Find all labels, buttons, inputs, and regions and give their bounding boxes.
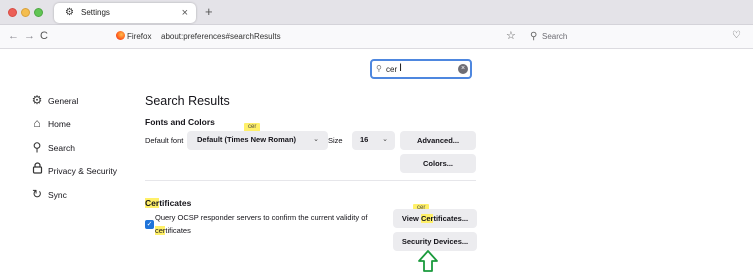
up-arrow-annotation-icon — [418, 250, 438, 272]
search-match-highlight: Cer — [145, 198, 160, 208]
view-button-suffix: tificates... — [433, 214, 469, 223]
sidebar-item-label: Search — [48, 143, 75, 153]
certificates-heading: Certificates — [145, 197, 191, 209]
view-button-prefix: View — [401, 214, 421, 223]
ocsp-checkbox[interactable]: ✓ — [145, 220, 154, 229]
new-tab-button[interactable]: + — [205, 4, 213, 20]
ocsp-label-rest: tificates — [165, 226, 191, 235]
search-bar[interactable]: ⚲ Search — [523, 28, 683, 45]
sidebar-item-privacy-security[interactable]: Privacy & Security — [30, 162, 150, 182]
sidebar-item-home[interactable]: ⌂ Home — [30, 115, 150, 135]
minimize-window-button[interactable] — [21, 8, 30, 17]
sidebar-item-label: General — [48, 96, 79, 106]
search-icon: ⚲ — [32, 140, 42, 154]
page-title: Search Results — [145, 94, 230, 108]
gear-icon: ⚙ — [31, 93, 43, 107]
reload-button[interactable]: C — [40, 29, 48, 43]
tab-title: Settings — [81, 8, 110, 17]
sidebar-item-label: Sync — [48, 190, 67, 200]
find-in-settings-input[interactable]: ⚲ cer I × — [370, 59, 472, 79]
tab-settings[interactable]: ⚙ Settings × — [54, 3, 196, 23]
forward-button[interactable]: → — [24, 29, 35, 43]
ocsp-checkbox-label-continued[interactable]: certificates — [155, 226, 191, 236]
search-icon: ⚲ — [376, 64, 382, 73]
text-cursor-icon: I — [399, 62, 403, 74]
fonts-colors-heading: Fonts and Colors — [145, 117, 215, 127]
default-font-select[interactable]: Default (Times New Roman) ⌄ — [187, 131, 328, 150]
navigation-bar: ← → C Firefox about:preferences#searchRe… — [0, 25, 753, 49]
find-input-value[interactable]: cer — [386, 64, 397, 75]
url-identity-label: Firefox — [127, 32, 152, 41]
search-match-highlight: Cer — [420, 214, 434, 223]
certificates-heading-rest: tificates — [159, 198, 192, 208]
sidebar-item-label: Home — [48, 119, 71, 129]
default-font-value: Default (Times New Roman) — [197, 135, 297, 144]
close-tab-icon[interactable]: × — [182, 6, 188, 20]
colors-button[interactable]: Colors... — [400, 154, 476, 173]
chevron-down-icon: ⌄ — [382, 136, 388, 143]
section-divider — [145, 180, 476, 181]
url-text[interactable]: about:preferences#searchResults — [161, 31, 281, 42]
back-button[interactable]: ← — [8, 29, 19, 43]
gear-icon: ⚙ — [65, 7, 74, 18]
sync-icon: ↻ — [31, 187, 43, 201]
chevron-down-icon: ⌄ — [313, 136, 319, 143]
sidebar-item-general[interactable]: ⚙ General — [30, 92, 150, 112]
search-icon: ⚲ — [530, 31, 538, 42]
sidebar-item-search[interactable]: ⚲ Search — [30, 139, 150, 159]
default-font-label: Default font — [145, 136, 184, 145]
tab-strip: ⚙ Settings × + — [0, 0, 753, 25]
bookmark-star-icon[interactable]: ☆ — [506, 29, 516, 43]
search-match-highlight: cer — [155, 226, 166, 235]
sidebar-item-sync[interactable]: ↻ Sync — [30, 186, 150, 206]
home-icon: ⌂ — [33, 116, 41, 130]
maximize-window-button[interactable] — [34, 8, 43, 17]
firefox-icon — [116, 31, 125, 40]
pocket-icon[interactable]: ♡ — [732, 29, 741, 43]
ocsp-checkbox-label[interactable]: Query OCSP responder servers to confirm … — [155, 213, 367, 223]
font-size-select[interactable]: 16 ⌄ — [352, 131, 395, 150]
url-bar[interactable]: Firefox about:preferences#searchResults — [108, 28, 488, 45]
font-size-label: Size — [328, 136, 343, 145]
font-size-value: 16 — [360, 135, 369, 144]
security-devices-button[interactable]: Security Devices... — [393, 232, 477, 251]
lock-icon — [30, 162, 44, 178]
advanced-fonts-button[interactable]: Advanced... — [400, 131, 476, 150]
search-placeholder: Search — [542, 32, 568, 41]
preferences-content: ⚲ cer I × ⚙ General ⌂ Home ⚲ Search Priv… — [0, 50, 753, 272]
close-window-button[interactable] — [8, 8, 17, 17]
view-certificates-button[interactable]: View Certificates... — [393, 209, 477, 228]
sidebar-item-label: Privacy & Security — [48, 166, 117, 176]
clear-search-icon[interactable]: × — [458, 64, 468, 74]
